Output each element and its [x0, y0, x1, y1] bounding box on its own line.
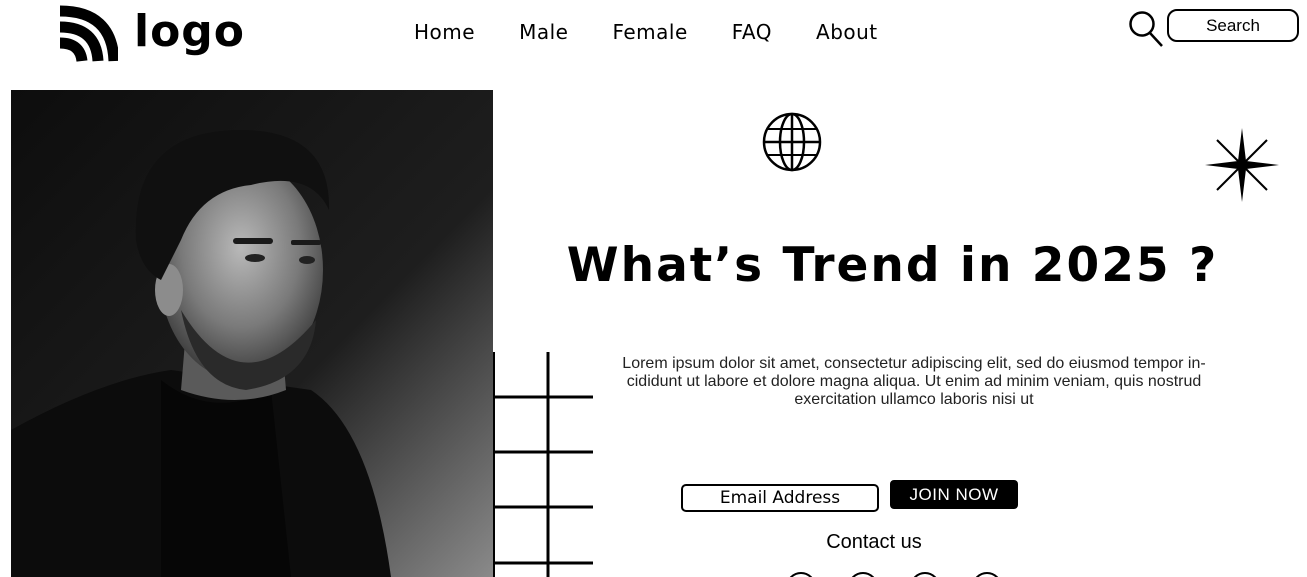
social-icon-2[interactable] [848, 572, 878, 577]
hero-description: Lorem ipsum dolor sit amet, consectetur … [622, 355, 1206, 408]
grid-lines-decoration [493, 352, 593, 577]
main-nav: Home Male Female FAQ About [414, 20, 922, 44]
social-icon-1[interactable] [786, 572, 816, 577]
social-icon-4[interactable] [972, 572, 1002, 577]
search-input[interactable] [1167, 9, 1299, 42]
hero-headline: What’s Trend in 2025 ? [566, 238, 1219, 293]
nav-male[interactable]: Male [519, 20, 568, 44]
social-icons [786, 572, 1034, 577]
sparkle-icon [1205, 128, 1279, 202]
email-field[interactable] [681, 484, 879, 512]
nav-faq[interactable]: FAQ [732, 20, 772, 44]
hero-portrait-image [11, 90, 493, 577]
logo-text: logo [134, 5, 246, 57]
social-icon-3[interactable] [910, 572, 940, 577]
nav-female[interactable]: Female [612, 20, 687, 44]
nav-home[interactable]: Home [414, 20, 475, 44]
globe-icon [762, 112, 822, 172]
logo-wave-icon [59, 5, 118, 62]
page: logo Home Male Female FAQ About Search W… [0, 0, 1307, 577]
logo[interactable]: logo [58, 4, 245, 64]
search-icon[interactable] [1128, 10, 1164, 48]
nav-about[interactable]: About [816, 20, 878, 44]
contact-title: Contact us [826, 531, 922, 553]
join-now-button[interactable]: JOIN NOW [890, 480, 1018, 509]
